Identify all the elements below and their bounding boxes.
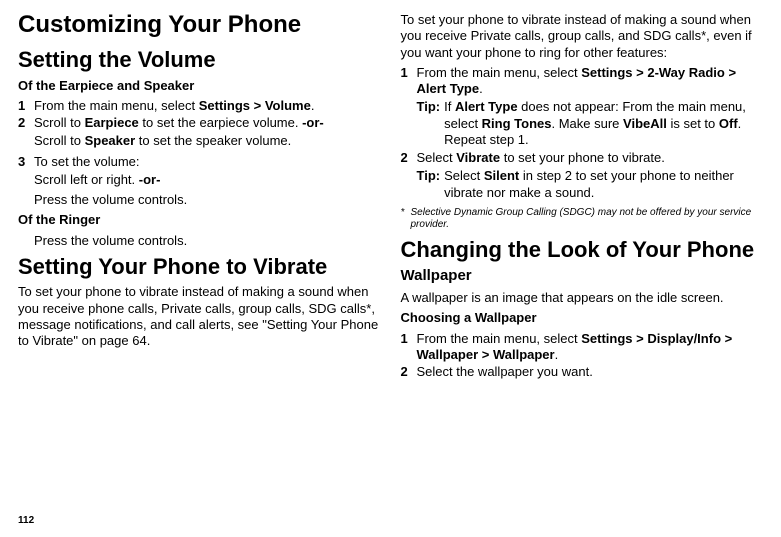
subheading-ringer: Of the Ringer: [18, 212, 383, 228]
list-text: From the main menu, select Settings > 2-…: [417, 65, 766, 98]
subheading-choosing-wallpaper: Choosing a Wallpaper: [401, 310, 766, 326]
list-text: Scroll to Earpiece to set the earpiece v…: [34, 115, 383, 131]
section-heading-vibrate: Setting Your Phone to Vibrate: [18, 253, 383, 281]
list-text: Select Vibrate to set your phone to vibr…: [417, 150, 766, 166]
body-text: To set your phone to vibrate instead of …: [18, 284, 383, 349]
list-text: From the main menu, select Settings > Vo…: [34, 98, 383, 114]
list-number: 1: [401, 331, 417, 364]
list-continuation: Press the volume controls.: [34, 192, 383, 208]
list-text: Select the wallpaper you want.: [417, 364, 766, 380]
list-number: 1: [401, 65, 417, 98]
list-item: 1 From the main menu, select Settings > …: [401, 331, 766, 364]
subheading-earpiece-speaker: Of the Earpiece and Speaker: [18, 78, 383, 94]
left-column: Customizing Your Phone Setting the Volum…: [18, 10, 383, 381]
list-text: From the main menu, select Settings > Di…: [417, 331, 766, 364]
list-number: 1: [18, 98, 34, 114]
footnote-text: Selective Dynamic Group Calling (SDGC) m…: [411, 207, 766, 232]
list-item: 3 To set the volume:: [18, 154, 383, 170]
list-continuation: Scroll left or right. -or-: [34, 172, 383, 188]
text: From the main menu, select: [417, 331, 582, 346]
text: Scroll to: [34, 115, 85, 130]
list-number: 2: [401, 364, 417, 380]
text: Scroll left or right.: [34, 172, 139, 187]
bold-text: -or-: [139, 172, 161, 187]
bold-text: Alert Type: [455, 99, 518, 114]
right-column: To set your phone to vibrate instead of …: [401, 10, 766, 381]
list-item: 2 Scroll to Earpiece to set the earpiece…: [18, 115, 383, 131]
text: to set the speaker volume.: [135, 133, 291, 148]
bold-text: Speaker: [85, 133, 136, 148]
footnote-mark: *: [401, 207, 411, 232]
text: If: [444, 99, 455, 114]
list-item: 1 From the main menu, select Settings > …: [401, 65, 766, 98]
body-text: Press the volume controls.: [34, 233, 383, 249]
bold-text: Earpiece: [85, 115, 139, 130]
tip: Tip: Select Silent in step 2 to set your…: [417, 168, 766, 201]
text: Select: [444, 168, 484, 183]
text: to set the earpiece volume.: [139, 115, 302, 130]
subsection-heading-wallpaper: Wallpaper: [401, 267, 766, 286]
text: .: [479, 81, 483, 96]
list-item: 1 From the main menu, select Settings > …: [18, 98, 383, 114]
list-item: 2 Select Vibrate to set your phone to vi…: [401, 150, 766, 166]
bold-text: Vibrate: [456, 150, 500, 165]
tip-label: Tip:: [417, 168, 441, 201]
text: is set to: [667, 116, 719, 131]
section-heading-look: Changing the Look of Your Phone: [401, 236, 766, 264]
text: From the main menu, select: [34, 98, 199, 113]
text: Select: [417, 150, 457, 165]
list-item: 2 Select the wallpaper you want.: [401, 364, 766, 380]
footnote: * Selective Dynamic Group Calling (SDGC)…: [401, 207, 766, 232]
page-number: 112: [18, 515, 34, 528]
bold-text: Ring Tones: [482, 116, 552, 131]
text: .: [555, 347, 559, 362]
bold-text: Settings > Volume: [199, 98, 311, 113]
bold-text: VibeAll: [623, 116, 667, 131]
bold-text: -or-: [302, 115, 324, 130]
list-number: 2: [401, 150, 417, 166]
body-text: A wallpaper is an image that appears on …: [401, 290, 766, 306]
text: . Make sure: [551, 116, 623, 131]
list-number: 3: [18, 154, 34, 170]
tip: Tip: If Alert Type does not appear: From…: [417, 99, 766, 148]
list-text: To set the volume:: [34, 154, 383, 170]
body-text: To set your phone to vibrate instead of …: [401, 12, 766, 61]
section-heading-volume: Setting the Volume: [18, 46, 383, 74]
text: Scroll to: [34, 133, 85, 148]
text: From the main menu, select: [417, 65, 582, 80]
tip-text: If Alert Type does not appear: From the …: [444, 99, 765, 148]
list-continuation: Scroll to Speaker to set the speaker vol…: [34, 133, 383, 149]
page-title: Customizing Your Phone: [18, 10, 383, 40]
tip-label: Tip:: [417, 99, 441, 148]
bold-text: Silent: [484, 168, 519, 183]
list-number: 2: [18, 115, 34, 131]
text: .: [311, 98, 315, 113]
text: to set your phone to vibrate.: [500, 150, 665, 165]
bold-text: Off: [719, 116, 738, 131]
tip-text: Select Silent in step 2 to set your phon…: [444, 168, 765, 201]
